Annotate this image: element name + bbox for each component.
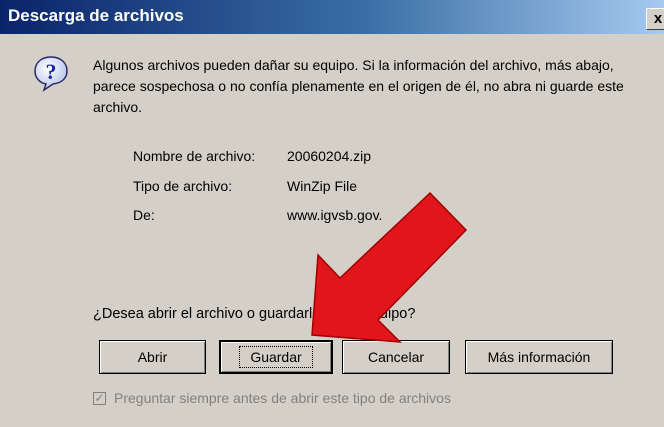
more-info-button[interactable]: Más información <box>465 340 613 374</box>
warning-message: Algunos archivos pueden dañar su equipo.… <box>93 57 624 115</box>
file-name-value: 20060204.zip <box>287 148 372 164</box>
window-title: Descarga de archivos <box>8 6 184 25</box>
always-ask-option[interactable]: ✓ Preguntar siempre antes de abrir este … <box>93 390 451 406</box>
question-icon: ? <box>34 56 68 92</box>
more-info-button-label: Más información <box>487 349 591 365</box>
open-button[interactable]: Abrir <box>99 340 206 374</box>
file-download-dialog: Descarga de archivos x ? Algunos archivo… <box>0 0 664 427</box>
close-button[interactable]: x <box>646 8 664 30</box>
file-type-value: WinZip File <box>287 178 358 194</box>
open-or-save-question: ¿Desea abrir el archivo o guardarlo en s… <box>93 306 416 322</box>
always-ask-label: Preguntar siempre antes de abrir este ti… <box>114 390 451 406</box>
save-button-label: Guardar <box>239 346 313 368</box>
always-ask-checkbox[interactable]: ✓ <box>93 391 106 405</box>
cancel-button-label: Cancelar <box>367 349 425 365</box>
file-type-label: Tipo de archivo: <box>133 178 233 194</box>
file-source-value: www.igvsb.gov. <box>287 207 383 223</box>
open-button-label: Abrir <box>137 349 168 365</box>
svg-text:?: ? <box>46 59 57 84</box>
save-button[interactable]: Guardar <box>219 340 333 374</box>
close-icon: x <box>653 10 663 27</box>
file-name-label: Nombre de archivo: <box>133 148 256 164</box>
title-bar[interactable]: Descarga de archivos x <box>0 0 664 34</box>
cancel-button[interactable]: Cancelar <box>342 340 450 374</box>
file-source-label: De: <box>133 207 155 223</box>
